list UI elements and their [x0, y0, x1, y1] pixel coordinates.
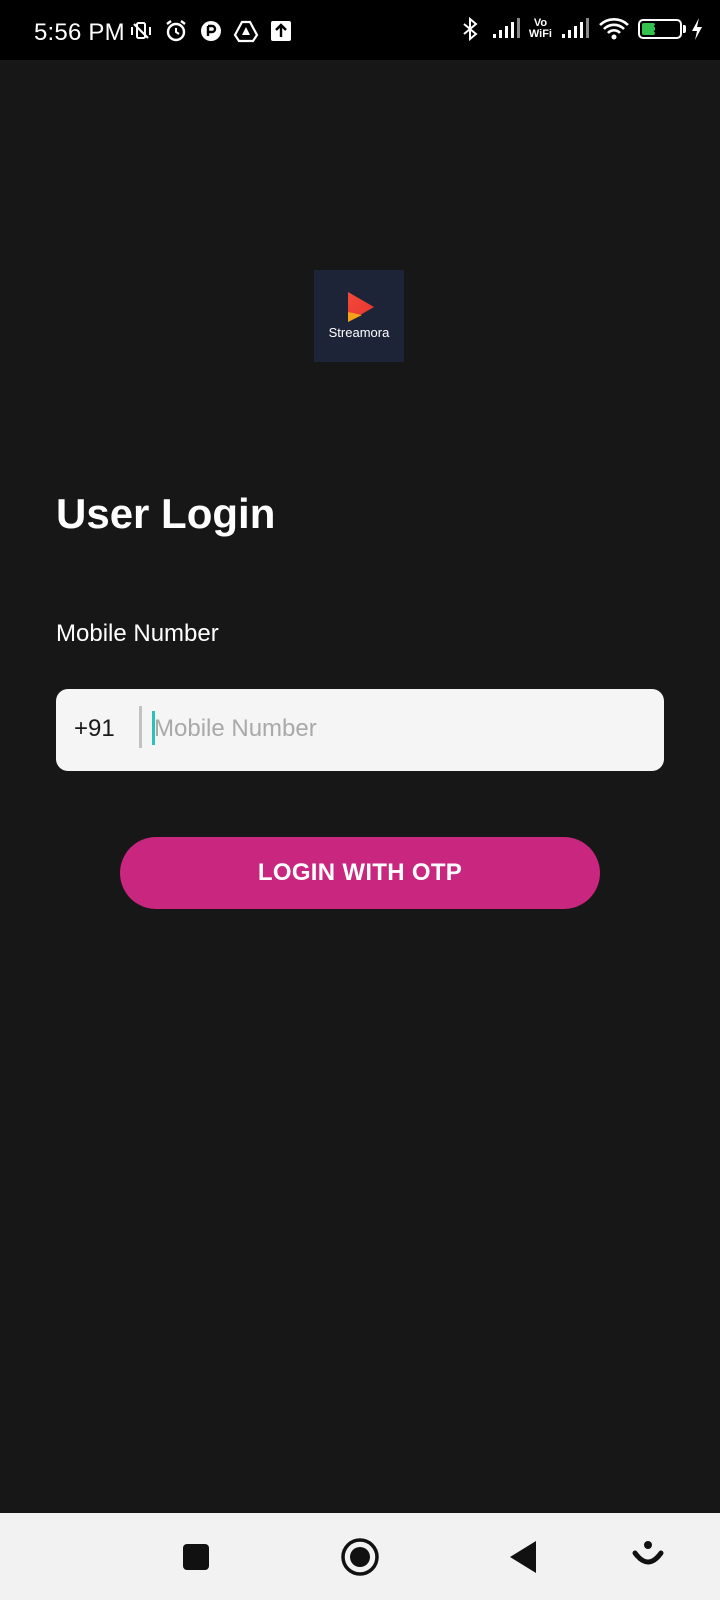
battery-icon: 33 [638, 19, 686, 39]
text-cursor [152, 711, 155, 745]
signal-icon [491, 16, 521, 42]
assistant-icon[interactable] [626, 1535, 670, 1579]
play-icon [348, 292, 374, 322]
battery-cap [683, 25, 686, 33]
input-divider [139, 706, 142, 748]
upload-icon [268, 18, 294, 44]
bluetooth-icon [457, 16, 483, 42]
mute-vibrate-icon [128, 18, 154, 44]
vowifi-bottom: WiFi [528, 28, 552, 40]
alarm-icon [163, 18, 189, 44]
wifi-icon [598, 16, 630, 42]
mobile-number-field[interactable]: +91 [56, 689, 664, 771]
login-with-otp-button[interactable]: LOGIN WITH OTP [120, 837, 600, 909]
status-notification-icons [128, 18, 294, 44]
battery-level: 33 [653, 22, 667, 36]
mobile-number-input[interactable] [152, 705, 644, 753]
messenger-icon [198, 18, 224, 44]
vowifi-icon: Vo WiFi [529, 18, 552, 40]
login-screen: 5:56 PM Vo WiFi 33 Streamora User Login … [0, 0, 720, 1600]
logo-text: Streamora [328, 325, 390, 340]
country-code: +91 [74, 715, 115, 742]
status-time: 5:56 PM [34, 19, 125, 46]
drive-icon [233, 18, 259, 44]
recent-apps-icon[interactable] [174, 1535, 218, 1579]
back-icon[interactable] [502, 1535, 546, 1579]
home-icon[interactable] [338, 1535, 382, 1579]
signal-icon [560, 16, 590, 42]
navigation-bar [0, 1513, 720, 1600]
page-title: User Login [56, 490, 276, 537]
status-system-icons: Vo WiFi 33 [457, 16, 704, 42]
app-logo: Streamora [314, 270, 404, 362]
charging-icon [690, 16, 704, 42]
status-bar: 5:56 PM Vo WiFi 33 [0, 0, 720, 60]
mobile-number-label: Mobile Number [56, 620, 219, 647]
